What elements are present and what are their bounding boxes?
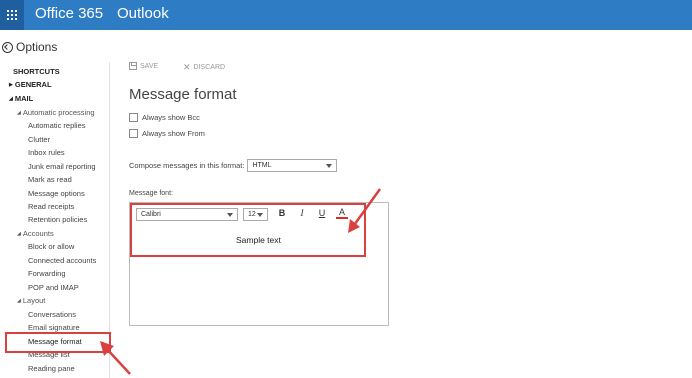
options-back-link[interactable]: Options — [2, 40, 57, 54]
options-title: Options — [16, 40, 58, 54]
sidebar-item-block-or-allow[interactable]: Block or allow — [28, 242, 74, 251]
save-button[interactable]: SAVE — [129, 62, 158, 70]
sidebar-item-forwarding[interactable]: Forwarding — [28, 269, 66, 278]
compose-format-label: Compose messages in this format: — [129, 161, 245, 170]
checkbox-square[interactable] — [129, 113, 138, 122]
app-launcher-icon — [7, 10, 17, 20]
sidebar-item-retention-policies[interactable]: Retention policies — [28, 215, 87, 224]
expand-triangle-icon: ▶ — [9, 82, 13, 88]
sidebar-item-pop-and-imap[interactable]: POP and IMAP — [28, 283, 79, 292]
collapse-triangle-icon: ◢ — [9, 96, 13, 102]
collapse-triangle-icon: ◢ — [17, 110, 21, 116]
font-color-button[interactable]: A — [336, 208, 348, 219]
sidebar-item-email-signature[interactable]: Email signature — [28, 323, 80, 332]
italic-button[interactable]: I — [296, 208, 308, 218]
top-bar: Office 365 Outlook — [0, 0, 692, 30]
sidebar-item-read-receipts[interactable]: Read receipts — [28, 202, 74, 211]
discard-button[interactable]: ✕ DISCARD — [183, 62, 225, 73]
chevron-down-icon — [257, 213, 263, 217]
back-arrow-circle-icon[interactable] — [2, 41, 13, 53]
sidebar-item-reading-pane[interactable]: Reading pane — [28, 364, 75, 373]
app-launcher-button[interactable] — [0, 0, 24, 30]
font-size-value: 12 — [248, 211, 256, 218]
font-size-select[interactable]: 12 — [243, 208, 268, 221]
underline-button[interactable]: U — [316, 208, 328, 218]
close-icon: ✕ — [183, 62, 191, 72]
font-family-select[interactable]: Calibri — [136, 208, 238, 221]
page-title: Message format — [129, 86, 237, 103]
sidebar-item-mail[interactable]: ◢ MAIL — [9, 94, 33, 103]
compose-format-row: Compose messages in this format: HTML — [129, 159, 338, 172]
checkbox-square[interactable] — [129, 129, 138, 138]
bold-button[interactable]: B — [276, 208, 288, 218]
sidebar-group-accounts[interactable]: ◢ Accounts — [17, 229, 54, 238]
font-family-value: Calibri — [141, 211, 161, 218]
sidebar-item-inbox-rules[interactable]: Inbox rules — [28, 148, 65, 157]
sidebar-item-connected-accounts[interactable]: Connected accounts — [28, 256, 96, 265]
sidebar-item-message-options[interactable]: Message options — [28, 189, 85, 198]
collapse-triangle-icon: ◢ — [17, 298, 21, 304]
save-label: SAVE — [140, 62, 159, 70]
always-show-from-checkbox[interactable]: Always show From — [129, 129, 205, 138]
sidebar-item-shortcuts[interactable]: SHORTCUTS — [13, 67, 60, 76]
chevron-down-icon — [227, 213, 233, 217]
message-font-label: Message font: — [129, 190, 173, 197]
always-show-bcc-checkbox[interactable]: Always show Bcc — [129, 113, 200, 122]
always-show-bcc-label: Always show Bcc — [142, 113, 200, 122]
save-disk-icon — [129, 62, 137, 70]
sidebar-item-junk-email-reporting[interactable]: Junk email reporting — [28, 162, 96, 171]
message-format-highlight-box — [5, 332, 111, 353]
collapse-triangle-icon: ◢ — [17, 231, 21, 237]
sidebar-item-conversations[interactable]: Conversations — [28, 310, 76, 319]
sidebar-item-general[interactable]: ▶ GENERAL — [9, 80, 52, 89]
sample-text: Sample text — [236, 235, 281, 245]
app-section[interactable]: Outlook — [117, 5, 169, 22]
sidebar-group-layout[interactable]: ◢ Layout — [17, 296, 45, 305]
compose-format-select[interactable]: HTML — [247, 159, 338, 172]
sidebar-group-automatic-processing[interactable]: ◢ Automatic processing — [17, 108, 95, 117]
sidebar-item-automatic-replies[interactable]: Automatic replies — [28, 121, 86, 130]
sidebar-item-mark-as-read[interactable]: Mark as read — [28, 175, 72, 184]
compose-format-value: HTML — [252, 162, 272, 169]
app-name[interactable]: Office 365 — [35, 5, 103, 22]
always-show-from-label: Always show From — [142, 129, 205, 138]
sidebar-item-clutter[interactable]: Clutter — [28, 135, 50, 144]
discard-label: DISCARD — [193, 64, 226, 71]
chevron-down-icon — [326, 164, 333, 168]
